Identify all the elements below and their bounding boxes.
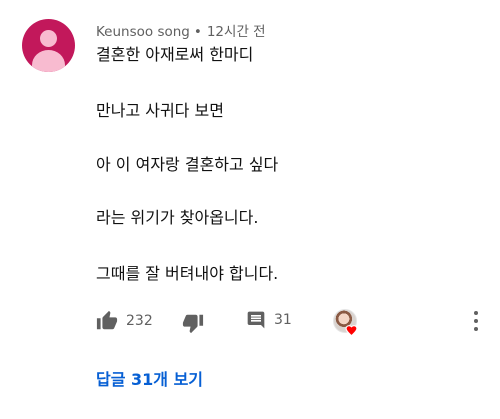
more-vert-icon[interactable] [472,311,480,331]
view-replies-link[interactable]: 답글 31개 보기 [96,366,203,390]
comment-text-line: 라는 위기가 찾아옵니다. [96,208,259,227]
reply-count: 31 [274,312,292,328]
comment-author-name[interactable]: Keunsoo song [96,24,190,40]
menu-dot [474,327,478,331]
comment-meta: Keunsoo song • 12시간 전 [96,20,266,40]
dislike-action [182,312,204,334]
like-count: 232 [126,313,153,329]
avatar-body-shape [32,50,65,72]
creator-heart-badge [333,309,359,337]
comment-text-line: 결혼한 아재로써 한마디 [96,45,254,64]
menu-dot [474,319,478,323]
menu-dot [474,311,478,315]
creator-heart-icon [345,321,358,340]
thumbs-down-icon[interactable] [182,312,204,334]
comment-icon[interactable] [246,310,266,330]
comment-text-line: 아 이 여자랑 결혼하고 싶다 [96,155,279,174]
like-action: 232 [96,310,153,332]
reply-action: 31 [246,310,292,330]
comment-author-avatar[interactable] [22,19,75,72]
comment-text-line: 만나고 사귀다 보면 [96,101,224,120]
thumbs-up-icon[interactable] [96,310,118,332]
meta-separator: • [193,24,202,40]
comment-timestamp[interactable]: 12시간 전 [207,24,266,40]
comment-text-line: 그때를 잘 버텨내야 합니다. [96,264,279,283]
avatar-head-shape [40,30,57,47]
